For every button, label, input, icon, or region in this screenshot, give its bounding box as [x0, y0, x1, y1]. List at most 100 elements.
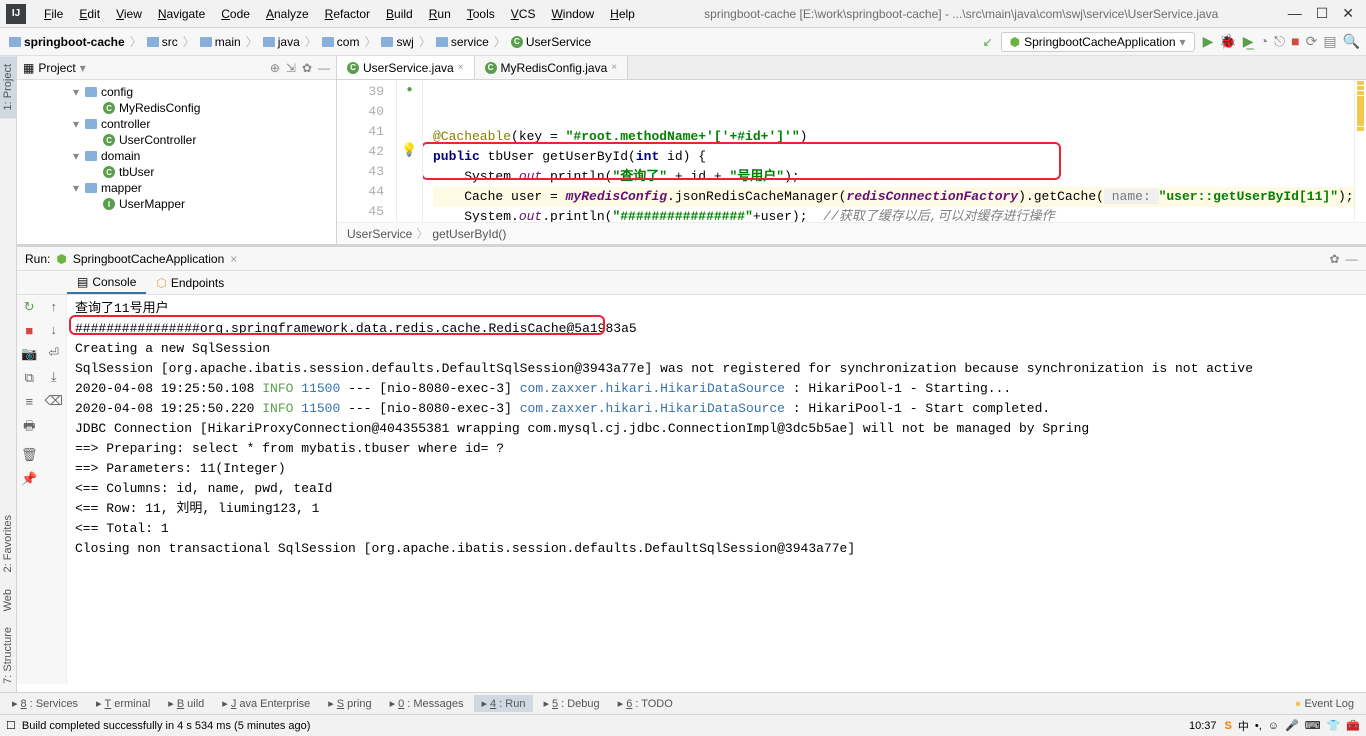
- project-tool-tab[interactable]: 1: Project: [0, 56, 16, 118]
- menu-code[interactable]: Code: [215, 5, 256, 23]
- web-tool-tab[interactable]: Web: [0, 581, 16, 619]
- breadcrumb-com[interactable]: com: [319, 35, 363, 49]
- toolbox-icon[interactable]: 🧰: [1346, 719, 1360, 732]
- menu-navigate[interactable]: Navigate: [152, 5, 211, 23]
- sync-icon[interactable]: ⊕: [270, 61, 280, 75]
- menu-tools[interactable]: Tools: [461, 5, 501, 23]
- gutter-icon[interactable]: ●: [406, 85, 412, 96]
- bottom-tab-5--Debug[interactable]: ▸ 5: Debug: [535, 695, 607, 712]
- mic-icon[interactable]: 🎤: [1285, 719, 1299, 732]
- breadcrumb-java[interactable]: java: [260, 35, 303, 49]
- menu-help[interactable]: Help: [604, 5, 641, 23]
- menu-run[interactable]: Run: [423, 5, 457, 23]
- menu-view[interactable]: View: [110, 5, 148, 23]
- event-log-tab[interactable]: ● Event Log: [1287, 696, 1362, 712]
- close-button[interactable]: ✕: [1342, 5, 1354, 22]
- filter-icon[interactable]: ≡: [25, 394, 33, 409]
- tree-node-mapper[interactable]: ▾mapper: [17, 180, 336, 196]
- scroll-icon[interactable]: ⤓: [51, 369, 57, 385]
- kbd-icon[interactable]: ⌨: [1305, 719, 1321, 732]
- structure-icon[interactable]: ▤: [1323, 33, 1336, 50]
- bottom-tab-Spring[interactable]: ▸ Spring: [320, 695, 379, 712]
- stop-icon[interactable]: ■: [25, 323, 33, 338]
- close-icon[interactable]: ×: [458, 62, 464, 73]
- collapse-icon[interactable]: ⇲: [286, 61, 296, 75]
- settings-icon[interactable]: ✿: [302, 61, 312, 75]
- hide-panel-icon[interactable]: —: [1346, 252, 1358, 266]
- menu-file[interactable]: File: [38, 5, 69, 23]
- bc-class[interactable]: UserService: [347, 227, 412, 241]
- favorites-tool-tab[interactable]: 2: Favorites: [0, 507, 16, 580]
- structure-tool-tab[interactable]: 7: Structure: [0, 619, 16, 692]
- clear-icon[interactable]: ⌫: [45, 393, 63, 409]
- sogou-icon[interactable]: S: [1225, 720, 1232, 732]
- bottom-tab-8--Services[interactable]: ▸ 8: Services: [4, 695, 86, 712]
- maximize-button[interactable]: ☐: [1316, 5, 1329, 22]
- run-tab-console[interactable]: ▤ Console: [67, 272, 146, 294]
- stop-icon[interactable]: ■: [1291, 33, 1299, 50]
- attach-icon[interactable]: ⎋: [1274, 33, 1285, 50]
- bottom-tab-Terminal[interactable]: ▸ Terminal: [88, 695, 158, 712]
- menu-vcs[interactable]: VCS: [505, 5, 542, 23]
- close-icon[interactable]: ×: [230, 252, 237, 266]
- breadcrumb-UserService[interactable]: CUserService: [508, 35, 594, 49]
- bottom-tab-Java-Enterprise[interactable]: ▸ Java Enterprise: [214, 695, 318, 712]
- status-icon[interactable]: ☐: [6, 719, 16, 732]
- tree-node-controller[interactable]: ▾controller: [17, 116, 336, 132]
- breadcrumb-main[interactable]: main: [197, 35, 244, 49]
- minimize-button[interactable]: —: [1288, 5, 1302, 22]
- tab-MyRedisConfig.java[interactable]: CMyRedisConfig.java×: [475, 56, 629, 79]
- bottom-tab-6--TODO[interactable]: ▸ 6: TODO: [610, 695, 681, 712]
- bc-method[interactable]: getUserById(): [432, 227, 506, 241]
- error-stripe[interactable]: [1354, 80, 1366, 222]
- menu-build[interactable]: Build: [380, 5, 419, 23]
- tab-UserService.java[interactable]: CUserService.java×: [337, 56, 475, 79]
- tree-node-MyRedisConfig[interactable]: CMyRedisConfig: [17, 100, 336, 116]
- build-icon[interactable]: ↙: [983, 35, 993, 49]
- wrap-icon[interactable]: ⏎: [48, 345, 59, 361]
- tree-node-UserController[interactable]: CUserController: [17, 132, 336, 148]
- bottom-tab-4--Run[interactable]: ▸ 4: Run: [474, 695, 534, 712]
- tree-node-UserMapper[interactable]: IUserMapper: [17, 196, 336, 212]
- camera-icon[interactable]: 📷: [21, 346, 37, 362]
- menu-edit[interactable]: Edit: [73, 5, 106, 23]
- tree-node-tbUser[interactable]: CtbUser: [17, 164, 336, 180]
- run-icon[interactable]: ▶: [1203, 33, 1214, 50]
- profile-icon[interactable]: ◔: [1260, 33, 1268, 50]
- menu-analyze[interactable]: Analyze: [260, 5, 315, 23]
- delete-icon[interactable]: 🗑: [21, 447, 38, 463]
- bottom-tab-0--Messages[interactable]: ▸ 0: Messages: [382, 695, 472, 712]
- hide-icon[interactable]: —: [318, 61, 330, 75]
- run-tab-endpoints[interactable]: ⬡ Endpoints: [146, 273, 234, 293]
- tree-node-domain[interactable]: ▾domain: [17, 148, 336, 164]
- skin-icon[interactable]: 👕: [1327, 719, 1341, 732]
- project-tree[interactable]: ▾configCMyRedisConfig▾controllerCUserCon…: [17, 80, 336, 244]
- menu-window[interactable]: Window: [545, 5, 600, 23]
- gear-icon[interactable]: ✿: [1330, 252, 1340, 266]
- coverage-icon[interactable]: ▶̲: [1243, 33, 1254, 50]
- close-icon[interactable]: ×: [611, 62, 617, 73]
- layout-icon[interactable]: ⧉: [25, 370, 34, 386]
- debug-icon[interactable]: 🐞: [1219, 33, 1236, 50]
- vcs-icon[interactable]: ⟳: [1306, 33, 1318, 50]
- breadcrumb-swj[interactable]: swj: [378, 35, 416, 49]
- code-area[interactable]: @Cacheable(key = "#root.methodName+'['+#…: [423, 80, 1354, 222]
- down-icon[interactable]: ↓: [51, 322, 58, 337]
- punct-icon[interactable]: •,: [1255, 720, 1262, 732]
- breadcrumb-springboot-cache[interactable]: springboot-cache: [6, 35, 128, 49]
- bottom-tab-Build[interactable]: ▸ Build: [160, 695, 212, 712]
- search-icon[interactable]: 🔍: [1343, 33, 1360, 50]
- tree-node-config[interactable]: ▾config: [17, 84, 336, 100]
- run-config-selector[interactable]: ⬢ SpringbootCacheApplication ▾: [1001, 32, 1195, 52]
- print-icon[interactable]: 🖶: [23, 417, 35, 439]
- emoji-icon[interactable]: ☺: [1268, 720, 1279, 732]
- pin-icon[interactable]: 📌: [21, 471, 37, 487]
- breadcrumb-src[interactable]: src: [144, 35, 181, 49]
- rerun-icon[interactable]: ↻: [24, 299, 35, 315]
- bulb-icon[interactable]: 💡: [401, 143, 417, 158]
- console-output[interactable]: 查询了11号用户################org.springframew…: [67, 295, 1366, 684]
- menu-refactor[interactable]: Refactor: [319, 5, 376, 23]
- ime-icon[interactable]: 中: [1238, 718, 1249, 734]
- up-icon[interactable]: ↑: [51, 299, 58, 314]
- breadcrumb-service[interactable]: service: [433, 35, 492, 49]
